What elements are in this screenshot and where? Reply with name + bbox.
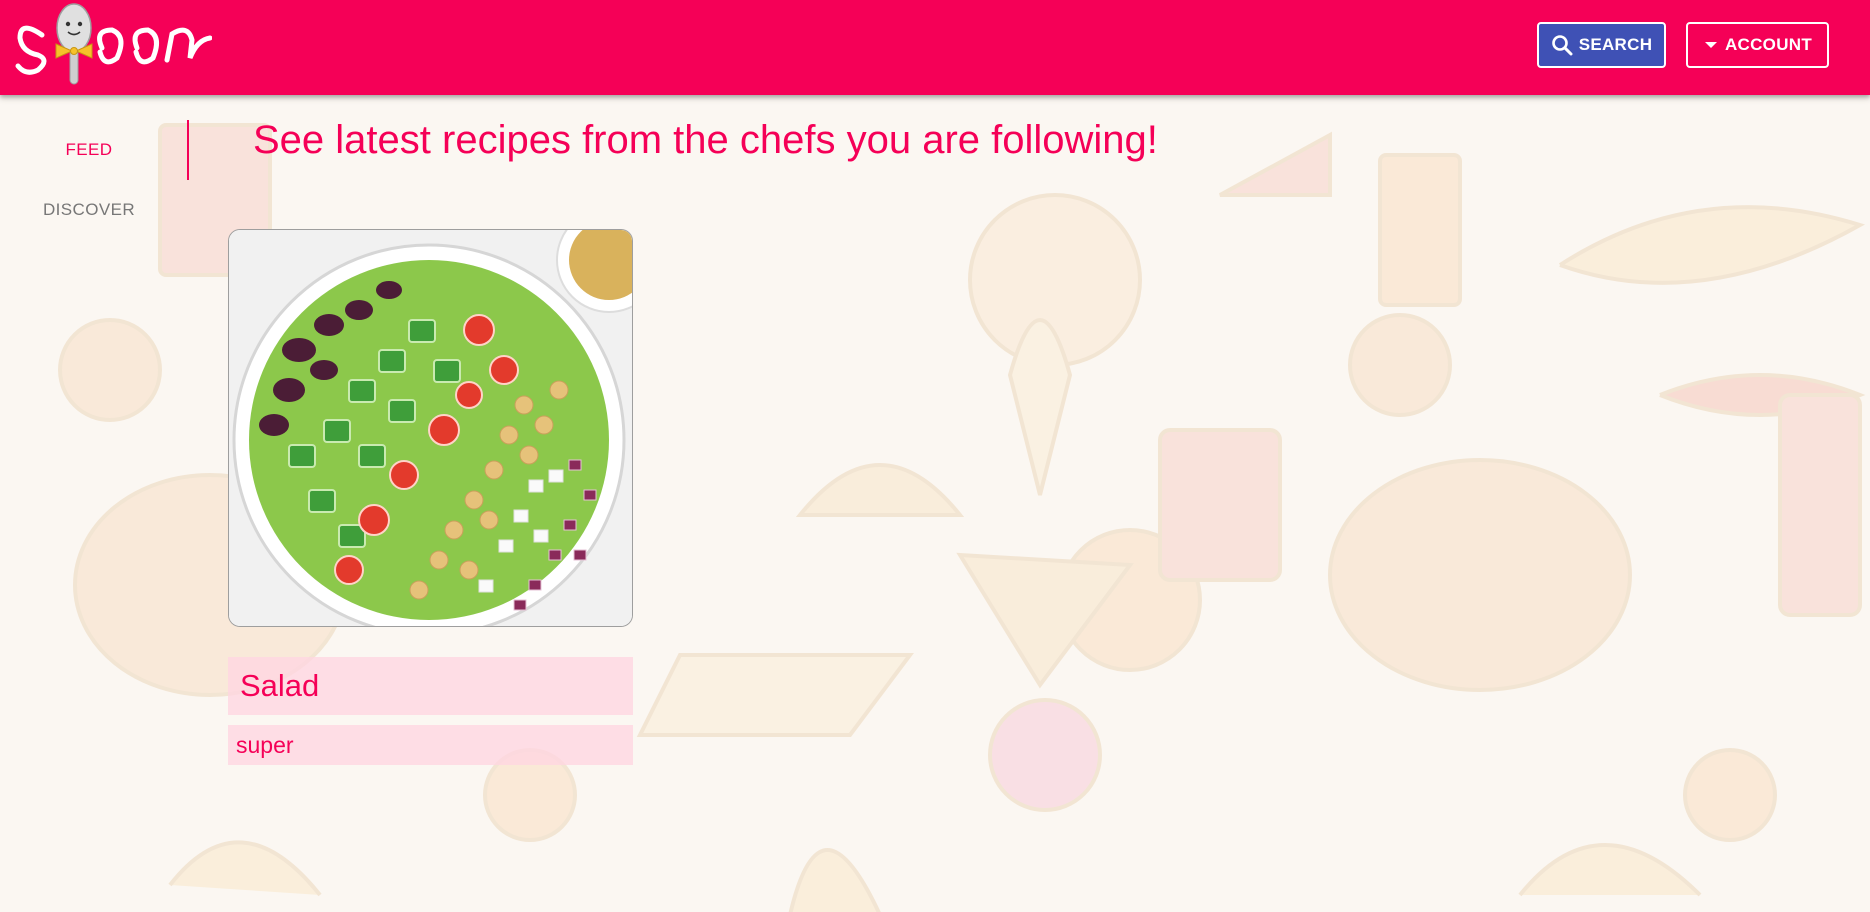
recipe-title: Salad [228, 657, 633, 715]
nav-item-feed[interactable]: FEED [0, 120, 178, 180]
spoon-logo[interactable] [12, 0, 212, 90]
search-button-label: SEARCH [1578, 35, 1653, 54]
nav-item-discover[interactable]: DISCOVER [0, 180, 178, 240]
active-tab-indicator [187, 120, 189, 180]
page-headline: See latest recipes from the chefs you ar… [253, 118, 1158, 162]
account-button-label: ACCOUNT [1724, 35, 1813, 54]
account-button[interactable]: ACCOUNT [1686, 22, 1829, 68]
search-button[interactable]: SEARCH [1537, 22, 1666, 68]
nav-item-label: FEED [65, 140, 113, 159]
recipe-card[interactable]: Salad super [228, 229, 633, 765]
search-icon [1551, 34, 1573, 56]
app-header: SEARCH ACCOUNT [0, 0, 1870, 95]
caret-down-icon [1703, 37, 1719, 53]
recipe-description: super [228, 725, 633, 765]
nav-item-label: DISCOVER [43, 200, 135, 219]
recipe-image[interactable] [228, 229, 633, 627]
